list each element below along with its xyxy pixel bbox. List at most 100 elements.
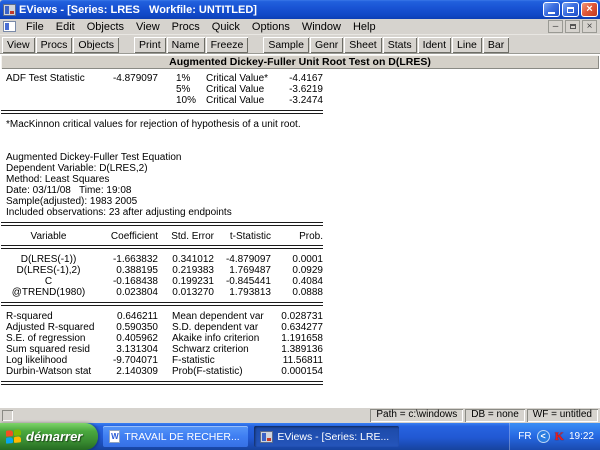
word-document-icon: W: [109, 430, 121, 443]
screen: EViews - [Series: LRES Workfile: UNTITLE…: [0, 0, 600, 450]
stat-value: 0.405962: [116, 333, 158, 344]
tray-collapse-chevron-icon[interactable]: <: [536, 430, 550, 443]
equation-info-line: Sample(adjusted): 1983 2005: [6, 196, 138, 207]
equation-info-line: Included observations: 23 after adjustin…: [6, 207, 232, 218]
cell-t-statistic: -4.879097: [225, 254, 271, 265]
restore-icon: [567, 6, 574, 13]
close-button[interactable]: ×: [581, 2, 598, 17]
objects-button[interactable]: Objects: [73, 36, 120, 53]
equation-info-line: Dependent Variable: D(LRES,2): [6, 163, 148, 174]
cell-std-error: 0.013270: [172, 287, 214, 298]
bar-button[interactable]: Bar: [482, 36, 510, 53]
close-icon: ×: [586, 3, 593, 15]
kaspersky-tray-icon[interactable]: K: [555, 429, 564, 444]
task-label: EViews - [Series: LRE...: [277, 430, 390, 443]
critical-value-row: 5% Critical Value -3.6219: [1, 84, 323, 95]
cell-variable: D(LRES(-1)): [20, 254, 77, 265]
equation-info-line: Date: 03/11/08 Time: 19:08: [6, 185, 132, 196]
cv-value: -4.4167: [289, 73, 323, 84]
stat-value: 1.389136: [281, 344, 323, 355]
toolbar-group-object: View Procs Objects: [2, 36, 120, 53]
line-button[interactable]: Line: [452, 36, 482, 53]
window-controls: ×: [543, 2, 598, 17]
stats-row: Sum squared resid 3.131304 Schwarz crite…: [1, 344, 323, 355]
stats-button[interactable]: Stats: [382, 36, 417, 53]
status-bar: Path = c:\windows DB = none WF = untitle…: [0, 407, 600, 423]
print-button[interactable]: Print: [134, 36, 166, 53]
cell-t-statistic: 1.793813: [229, 287, 271, 298]
stat-label: R-squared: [6, 311, 53, 322]
genr-button[interactable]: Genr: [309, 36, 344, 53]
status-wf-panel: WF = untitled: [526, 409, 598, 422]
menu-window[interactable]: Window: [296, 20, 347, 34]
restore-button[interactable]: [562, 2, 579, 17]
procs-button[interactable]: Procs: [35, 36, 73, 53]
stat-label: Adjusted R-squared: [6, 322, 95, 333]
stat-value: 0.590350: [116, 322, 158, 333]
cell-coefficient: -1.663832: [112, 254, 158, 265]
minimize-button[interactable]: [543, 2, 560, 17]
menu-help[interactable]: Help: [347, 20, 382, 34]
sample-button[interactable]: Sample: [263, 36, 309, 53]
start-button[interactable]: démarrer: [0, 423, 99, 450]
taskbar-task-eviews[interactable]: EViews - [Series: LRE...: [254, 426, 400, 447]
coef-table-row: D(LRES(-1),2) 0.388195 0.219383 1.769487…: [1, 265, 323, 276]
menu-objects[interactable]: Objects: [81, 20, 130, 34]
mdi-restore-button[interactable]: [565, 20, 580, 33]
stat-label: Log likelihood: [6, 355, 68, 366]
title-bar: EViews - [Series: LRES Workfile: UNTITLE…: [0, 0, 600, 19]
menu-options[interactable]: Options: [246, 20, 296, 34]
mdi-minimize-button[interactable]: –: [548, 20, 563, 33]
col-t-statistic: t-Statistic: [229, 231, 271, 242]
cell-variable: C: [44, 276, 53, 287]
menu-procs[interactable]: Procs: [166, 20, 206, 34]
ident-button[interactable]: Ident: [417, 36, 452, 53]
language-indicator[interactable]: FR: [518, 431, 531, 442]
cell-std-error: 0.199231: [172, 276, 214, 287]
series-document-icon: [3, 21, 16, 32]
adf-statistic-row: ADF Test Statistic -4.879097 1% Critical…: [1, 73, 323, 84]
stat-value: 3.131304: [116, 344, 158, 355]
cell-coefficient: 0.388195: [116, 265, 158, 276]
stat-label: Akaike info criterion: [172, 333, 260, 344]
coef-table-row: C -0.168438 0.199231 -0.845441 0.4084: [1, 276, 323, 287]
cv-value: -3.6219: [289, 84, 323, 95]
menu-edit[interactable]: Edit: [50, 20, 81, 34]
window-title: EViews - [Series: LRES Workfile: UNTITLE…: [19, 3, 257, 16]
cell-std-error: 0.219383: [172, 265, 214, 276]
cv-pct: 10%: [176, 95, 197, 106]
cell-prob: 0.0929: [292, 265, 323, 276]
cv-label: Critical Value*: [206, 73, 269, 84]
col-variable: Variable: [30, 231, 67, 242]
adf-value: -4.879097: [112, 73, 158, 84]
col-coefficient: Coefficient: [110, 231, 158, 242]
stat-label: Sum squared resid: [6, 344, 90, 355]
mdi-close-button[interactable]: ×: [582, 20, 597, 33]
freeze-button[interactable]: Freeze: [205, 36, 249, 53]
view-button[interactable]: View: [2, 36, 35, 53]
stat-value: 11.56811: [282, 355, 323, 366]
menu-quick[interactable]: Quick: [206, 20, 246, 34]
minimize-icon: [548, 11, 555, 14]
toolbar-group-output: Print Name Freeze: [134, 36, 249, 53]
name-button[interactable]: Name: [166, 36, 205, 53]
taskbar: démarrer W TRAVAIL DE RECHER... EViews -…: [0, 423, 600, 450]
stat-label: Durbin-Watson stat: [6, 366, 92, 377]
menu-file[interactable]: File: [20, 20, 50, 34]
cell-variable: @TREND(1980): [11, 287, 86, 298]
toolbar: View Procs Objects Print Name Freeze Sam…: [0, 35, 600, 54]
clock: 19:22: [568, 431, 594, 442]
sheet-button[interactable]: Sheet: [344, 36, 382, 53]
table-rule: [1, 381, 323, 385]
menu-view[interactable]: View: [130, 20, 166, 34]
report-title: Augmented Dickey-Fuller Unit Root Test o…: [1, 55, 599, 69]
cell-t-statistic: 1.769487: [229, 265, 271, 276]
stat-label: S.E. of regression: [6, 333, 86, 344]
stat-label: Schwarz criterion: [172, 344, 249, 355]
taskbar-task-word-document[interactable]: W TRAVAIL DE RECHER...: [103, 426, 249, 447]
eviews-task-icon: [260, 430, 274, 443]
start-button-label: démarrer: [26, 429, 83, 444]
stat-value: 0.028731: [281, 311, 323, 322]
equation-info-line: Augmented Dickey-Fuller Test Equation: [6, 152, 182, 163]
cell-t-statistic: -0.845441: [225, 276, 271, 287]
